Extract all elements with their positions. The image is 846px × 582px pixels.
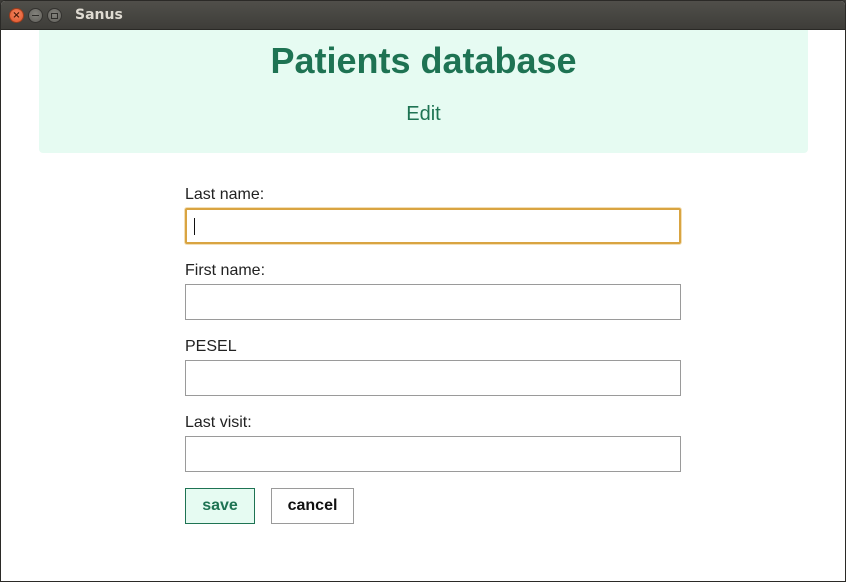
last-visit-input[interactable]	[185, 436, 681, 472]
first-name-input[interactable]	[185, 284, 681, 320]
window-title: Sanus	[75, 7, 123, 23]
cancel-button[interactable]: cancel	[271, 488, 354, 524]
page-content: Patients database Edit Last name: First …	[1, 30, 845, 581]
last-visit-label: Last visit:	[185, 414, 252, 431]
pesel-label: PESEL	[185, 338, 237, 355]
first-name-label: First name:	[185, 262, 266, 279]
first-name-field: First name:	[185, 262, 681, 338]
app-window: × Sanus Patients database Edit Last name…	[0, 0, 846, 582]
page-subtitle: Edit	[406, 103, 441, 125]
last-name-input[interactable]	[185, 208, 681, 244]
last-visit-field: Last visit:	[185, 414, 681, 490]
close-icon[interactable]: ×	[9, 8, 24, 23]
maximize-icon[interactable]	[47, 8, 62, 23]
last-name-label: Last name:	[185, 186, 265, 203]
title-bar: × Sanus	[1, 1, 845, 30]
minimize-icon[interactable]	[28, 8, 43, 23]
pesel-input[interactable]	[185, 360, 681, 396]
patient-edit-form: Last name: First name: PESEL Last visit:…	[185, 186, 681, 524]
page-header: Patients database Edit	[39, 30, 808, 153]
save-button[interactable]: save	[185, 488, 255, 524]
text-cursor	[194, 218, 195, 235]
last-name-field: Last name:	[185, 186, 681, 262]
page-title: Patients database	[270, 40, 577, 81]
pesel-field: PESEL	[185, 338, 681, 414]
